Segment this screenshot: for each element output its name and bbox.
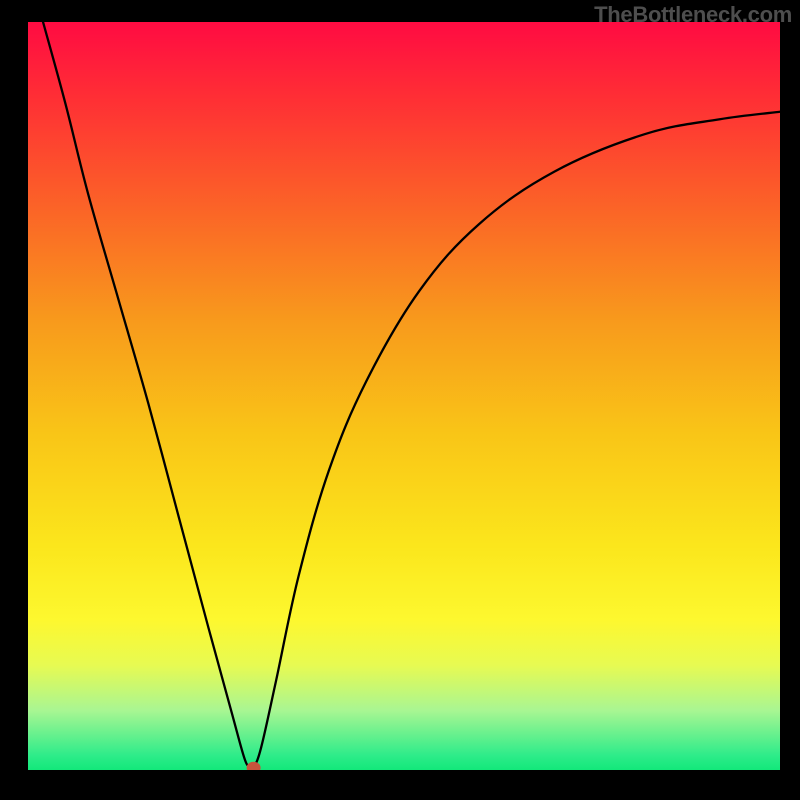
gradient-background <box>28 22 780 770</box>
chart-container <box>28 22 780 770</box>
chart-svg <box>28 22 780 770</box>
watermark-text: TheBottleneck.com <box>594 2 792 28</box>
